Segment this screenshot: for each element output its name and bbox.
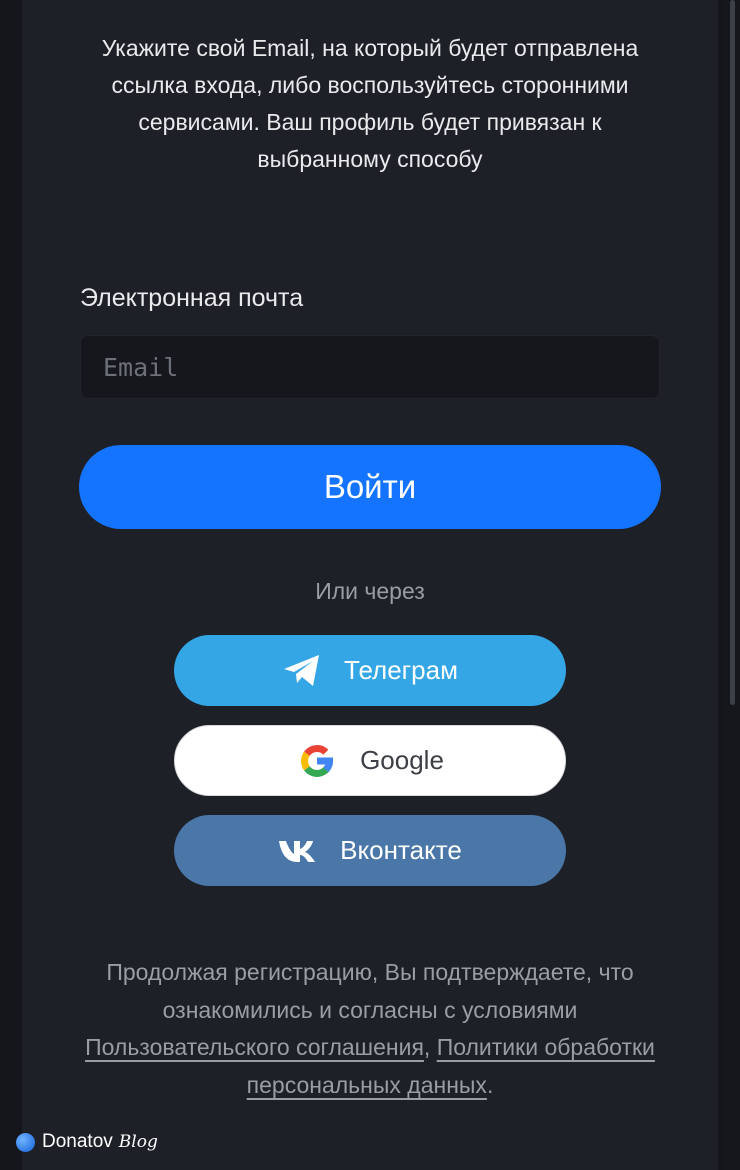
google-login-button[interactable]: Google [174,725,566,796]
google-label: Google [360,745,444,775]
intro-text: Укажите свой Email, на который будет отп… [101,35,639,172]
or-divider-text: Или через [315,578,425,604]
vk-login-button[interactable]: Вконтакте [174,815,566,886]
email-field-label: Электронная почта [80,284,304,312]
scrollbar-thumb[interactable] [730,0,735,705]
legal-separator: , [423,1034,437,1060]
vk-label: Вконтакте [340,835,462,865]
paper-plane-icon [282,654,322,688]
email-input[interactable] [80,335,660,399]
telegram-login-button[interactable]: Телеграм [174,635,566,706]
google-g-icon [296,740,338,782]
user-agreement-link[interactable]: Пользовательского соглашения [85,1034,424,1060]
telegram-label: Телеграм [344,655,458,685]
login-button[interactable]: Войти [79,445,661,529]
legal-suffix: . [486,1071,494,1098]
vk-logo-icon [278,839,318,863]
legal-notice: Продолжая регистрацию, Вы подтверждаете,… [80,954,660,1104]
watermark-suffix: Blog [118,1132,158,1152]
watermark: Donatov Blog [16,1128,158,1156]
legal-prefix: Продолжая регистрацию, Вы подтверждаете,… [106,959,634,1023]
brand-logo-icon [16,1132,35,1152]
watermark-brand: Donatov [42,1131,113,1152]
